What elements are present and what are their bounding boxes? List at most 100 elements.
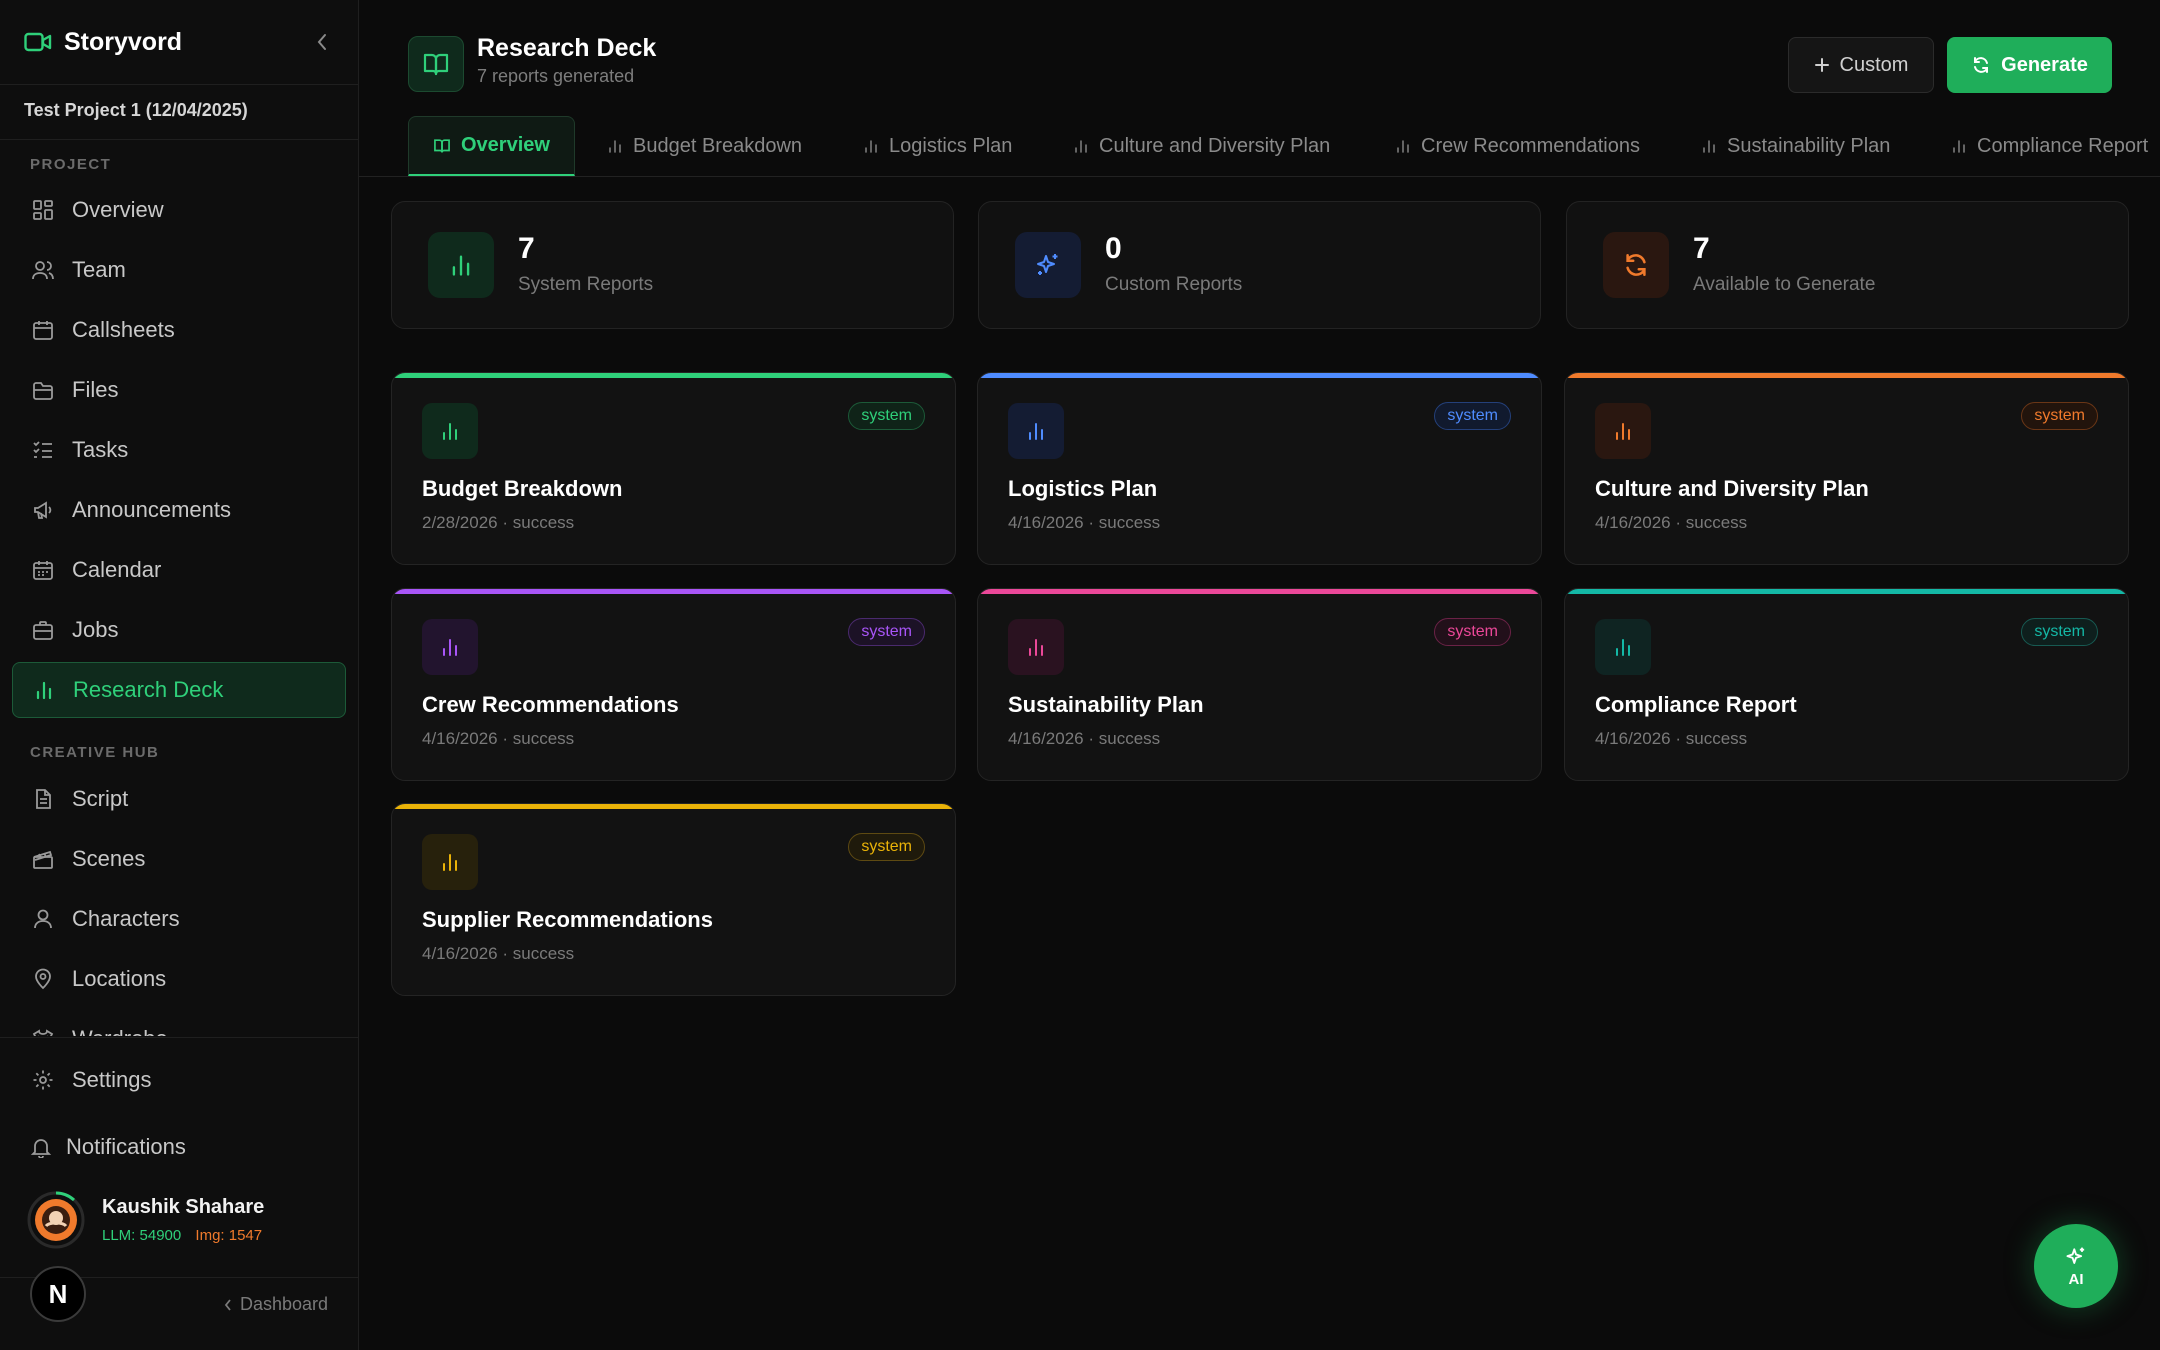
tab-label: Budget Breakdown <box>633 134 803 157</box>
sidebar-item-research-deck[interactable]: Research Deck <box>12 662 346 718</box>
generate-button[interactable]: Generate <box>1947 37 2112 93</box>
bell-icon <box>30 1139 52 1158</box>
bar-chart-icon <box>443 639 457 656</box>
sidebar-item-locations[interactable]: Locations <box>12 952 346 1006</box>
tab-culture-diversity-plan[interactable]: Culture and Diversity Plan <box>1073 116 1330 176</box>
sidebar-item-jobs[interactable]: Jobs <box>12 603 346 657</box>
user-usage: LLM: 54900 Img: 1547 <box>102 1227 264 1244</box>
sidebar-item-characters[interactable]: Characters <box>12 892 346 946</box>
sidebar-item-overview[interactable]: Overview <box>12 183 346 237</box>
sidebar-item-wardrobe[interactable]: Wardrobe <box>12 1012 346 1036</box>
report-icon <box>422 403 478 459</box>
dashboard-label: Dashboard <box>240 1294 329 1314</box>
tab-crew-recommendations[interactable]: Crew Recommendations <box>1395 116 1640 176</box>
bar-chart-icon <box>1397 140 1409 153</box>
tab-compliance-report[interactable]: Compliance Report <box>1951 116 2148 176</box>
bar-chart-icon <box>1075 140 1087 153</box>
bar-chart-icon <box>443 423 457 440</box>
report-badge: system <box>2021 618 2098 646</box>
book-open-icon <box>434 138 450 153</box>
user-profile[interactable]: Kaushik Shahare LLM: 54900 Img: 1547 <box>26 1190 264 1250</box>
brand-name: Storyvord <box>64 27 183 56</box>
report-card-sustainability-plan[interactable]: system Sustainability Plan 4/16/2026 · s… <box>977 588 1542 781</box>
project-name[interactable]: Test Project 1 (12/04/2025) <box>24 100 248 121</box>
sidebar-item-label: Team <box>72 257 126 282</box>
sidebar-item-tasks[interactable]: Tasks <box>12 423 346 477</box>
tab-logistics-plan[interactable]: Logistics Plan <box>863 116 1012 176</box>
nextjs-badge[interactable]: N <box>30 1266 86 1322</box>
sidebar-item-label: Script <box>72 786 129 811</box>
stat-icon <box>1603 232 1669 298</box>
report-badge: system <box>2021 402 2098 430</box>
gear-icon <box>33 1070 53 1090</box>
sidebar-item-label: Callsheets <box>72 317 175 342</box>
bar-chart-icon <box>1029 423 1043 440</box>
calendar-icon <box>33 321 53 340</box>
divider <box>0 84 358 85</box>
accent-bar <box>392 804 955 809</box>
accent-bar <box>1565 589 2128 594</box>
report-title: Supplier Recommendations <box>422 907 713 932</box>
user-name: Kaushik Shahare <box>102 1196 265 1218</box>
sidebar-item-label: Announcements <box>72 497 231 522</box>
tab-label: Culture and Diversity Plan <box>1099 134 1331 157</box>
report-tabs: Overview Budget Breakdown Logistics Plan… <box>359 116 2160 177</box>
sidebar-item-files[interactable]: Files <box>12 363 346 417</box>
accent-bar <box>1565 373 2128 378</box>
sidebar-item-announcements[interactable]: Announcements <box>12 483 346 537</box>
stat-label: Available to Generate <box>1693 274 1876 295</box>
report-title: Culture and Diversity Plan <box>1595 476 1869 501</box>
sidebar-item-script[interactable]: Script <box>12 772 346 826</box>
chevron-left-icon <box>317 34 326 50</box>
custom-report-button[interactable]: Custom <box>1788 37 1934 93</box>
report-icon <box>1595 619 1651 675</box>
users-icon <box>32 261 54 280</box>
report-card-culture-diversity[interactable]: system Culture and Diversity Plan 4/16/2… <box>1564 372 2129 565</box>
bar-chart-icon <box>865 140 877 153</box>
report-meta: 4/16/2026 · success <box>1595 513 1748 532</box>
report-meta: 4/16/2026 · success <box>422 729 575 748</box>
sidebar-item-scenes[interactable]: Scenes <box>12 832 346 886</box>
sidebar-item-callsheets[interactable]: Callsheets <box>12 303 346 357</box>
page-title: Research Deck <box>477 34 657 62</box>
llm-usage: LLM: 54900 <box>102 1227 182 1244</box>
tab-label: Compliance Report <box>1977 134 2149 157</box>
report-badge: system <box>1434 402 1511 430</box>
report-icon <box>422 619 478 675</box>
report-card-compliance-report[interactable]: system Compliance Report 4/16/2026 · suc… <box>1564 588 2129 781</box>
folder-icon <box>33 382 53 400</box>
report-title: Budget Breakdown <box>422 476 623 501</box>
notifications-button[interactable]: Notifications <box>30 1122 186 1172</box>
stat-label: Custom Reports <box>1105 274 1243 295</box>
report-card-crew-recommendations[interactable]: system Crew Recommendations 4/16/2026 · … <box>391 588 956 781</box>
file-text-icon <box>36 789 51 809</box>
ai-assistant-button[interactable]: AI <box>2034 1224 2118 1308</box>
bar-chart-icon <box>1029 639 1043 656</box>
research-deck-icon <box>408 36 464 92</box>
report-badge: system <box>848 618 925 646</box>
dashboard-link[interactable]: Dashboard <box>224 1294 328 1315</box>
plus-icon <box>1814 58 1829 72</box>
report-meta: 4/16/2026 · success <box>422 944 575 963</box>
report-card-logistics-plan[interactable]: system Logistics Plan 4/16/2026 · succes… <box>977 372 1542 565</box>
sidebar-item-settings[interactable]: Settings <box>12 1053 346 1107</box>
sidebar-item-calendar[interactable]: Calendar <box>12 543 346 597</box>
sidebar-item-team[interactable]: Team <box>12 243 346 297</box>
notifications-label: Notifications <box>66 1134 186 1159</box>
nav-scroll-area[interactable]: PROJECT Overview Team Callsheets Files T… <box>0 140 358 1036</box>
tab-budget-breakdown[interactable]: Budget Breakdown <box>607 116 802 176</box>
brand[interactable]: Storyvord <box>24 22 182 62</box>
report-card-supplier-recommendations[interactable]: system Supplier Recommendations 4/16/202… <box>391 803 956 996</box>
sidebar-item-label: Overview <box>72 197 164 222</box>
tab-sustainability-plan[interactable]: Sustainability Plan <box>1701 116 1890 176</box>
report-icon <box>1008 619 1064 675</box>
avatar <box>26 1190 86 1250</box>
report-card-budget-breakdown[interactable]: system Budget Breakdown 2/28/2026 · succ… <box>391 372 956 565</box>
tab-overview[interactable]: Overview <box>408 116 575 176</box>
report-meta: 4/16/2026 · success <box>1008 729 1161 748</box>
section-label-project: PROJECT <box>30 156 112 173</box>
stat-label: System Reports <box>518 274 654 295</box>
shirt-icon <box>32 1029 54 1036</box>
collapse-sidebar-button[interactable] <box>310 28 334 56</box>
report-meta: 4/16/2026 · success <box>1008 513 1161 532</box>
